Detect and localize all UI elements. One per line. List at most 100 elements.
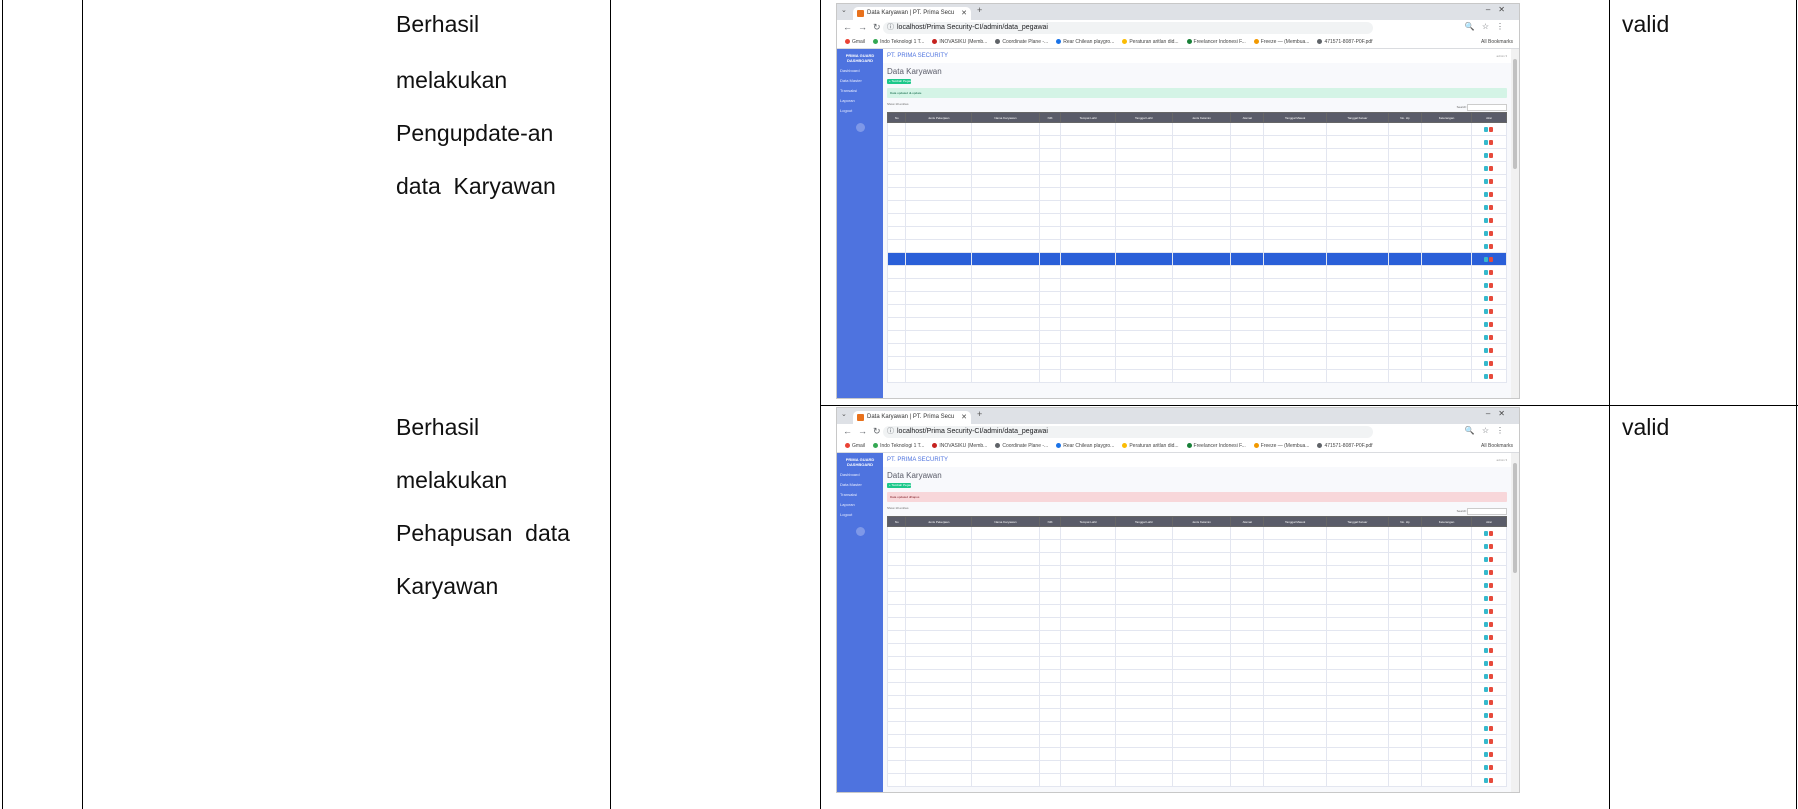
delete-icon[interactable] [1489, 152, 1494, 158]
edit-icon[interactable] [1484, 243, 1489, 249]
edit-icon[interactable] [1484, 282, 1489, 288]
sidebar-brand[interactable]: PRIMA GUARD DASHBOARD [837, 457, 883, 467]
sidebar-brand[interactable]: PRIMA GUARD DASHBOARD [837, 53, 883, 63]
delete-icon[interactable] [1489, 673, 1494, 679]
column-header[interactable]: No [886, 112, 907, 123]
scrollbar[interactable] [1511, 49, 1519, 398]
edit-icon[interactable] [1484, 217, 1489, 223]
bookmark-item[interactable]: INOVASIKU (Memb... [932, 36, 987, 48]
column-header[interactable]: Tanggal Lahir [1115, 516, 1173, 527]
delete-icon[interactable] [1489, 543, 1494, 549]
column-header[interactable]: Tanggal Lahir [1115, 112, 1173, 123]
delete-icon[interactable] [1489, 634, 1494, 640]
delete-icon[interactable] [1489, 308, 1494, 314]
edit-icon[interactable] [1484, 139, 1489, 145]
toolbar-icons[interactable]: 🔍☆⋮ [1465, 22, 1511, 31]
edit-icon[interactable] [1484, 595, 1489, 601]
edit-icon[interactable] [1484, 582, 1489, 588]
delete-icon[interactable] [1489, 230, 1494, 236]
site-info-icon[interactable]: ⓘ [887, 22, 894, 34]
delete-icon[interactable] [1489, 334, 1494, 340]
edit-icon[interactable] [1484, 126, 1489, 132]
bookmark-item[interactable]: Freelancer Indonesi F... [1186, 36, 1246, 48]
close-icon[interactable]: ✕ [961, 7, 967, 20]
bookmark-item[interactable]: 471571-8087-P0F.pdf [1317, 440, 1373, 452]
tab-search-icon[interactable]: ⌄ [841, 6, 847, 14]
sidebar-toggle[interactable] [855, 123, 865, 132]
edit-icon[interactable] [1484, 152, 1489, 158]
delete-icon[interactable] [1489, 660, 1494, 666]
site-info-icon[interactable]: ⓘ [887, 426, 894, 438]
sidebar-item[interactable]: Dashboard [840, 473, 883, 477]
delete-icon[interactable] [1489, 126, 1494, 132]
delete-icon[interactable] [1489, 373, 1494, 379]
edit-icon[interactable] [1484, 530, 1489, 536]
delete-icon[interactable] [1489, 360, 1494, 366]
user-menu[interactable]: admin ▾ [1496, 49, 1507, 63]
edit-icon[interactable] [1484, 608, 1489, 614]
delete-icon[interactable] [1489, 556, 1494, 562]
edit-icon[interactable] [1484, 660, 1489, 666]
sidebar-item[interactable]: Transaksi [840, 89, 883, 93]
delete-icon[interactable] [1489, 569, 1494, 575]
edit-icon[interactable] [1484, 569, 1489, 575]
delete-icon[interactable] [1489, 686, 1494, 692]
add-employee-button[interactable]: + Tambah Pegawai [887, 79, 911, 84]
column-header[interactable]: Tempat Lahir [1060, 516, 1117, 527]
navigation-icons[interactable]: ←→↻ [843, 22, 887, 33]
show-entries[interactable]: Show 10 entries [887, 102, 909, 106]
edit-icon[interactable] [1484, 269, 1489, 275]
user-menu[interactable]: admin ▾ [1496, 453, 1507, 467]
new-tab-icon[interactable]: + [977, 5, 982, 15]
edit-icon[interactable] [1484, 556, 1489, 562]
bookmark-item[interactable]: Freeze — (Membua... [1253, 36, 1309, 48]
delete-icon[interactable] [1489, 725, 1494, 731]
bookmark-item[interactable]: 471571-8087-P0F.pdf [1317, 36, 1373, 48]
toolbar-icons[interactable]: 🔍☆⋮ [1465, 426, 1511, 435]
delete-icon[interactable] [1489, 699, 1494, 705]
bookmark-item[interactable]: INOVASIKU (Memb... [932, 440, 987, 452]
sidebar-toggle[interactable] [855, 527, 865, 536]
add-employee-button[interactable]: + Tambah Pegawai [887, 483, 911, 488]
delete-icon[interactable] [1489, 256, 1494, 262]
bookmark-item[interactable]: Peraturan aritlan did... [1122, 36, 1179, 48]
column-header[interactable]: Nama Karyawan [971, 516, 1040, 527]
edit-icon[interactable] [1484, 751, 1489, 757]
edit-icon[interactable] [1484, 673, 1489, 679]
column-header[interactable]: No. Hp [1387, 112, 1423, 123]
edit-icon[interactable] [1484, 308, 1489, 314]
column-header[interactable]: Tempat Lahir [1060, 112, 1117, 123]
sidebar-item[interactable]: Logout [840, 109, 883, 113]
scrollbar-thumb[interactable] [1513, 59, 1517, 169]
edit-icon[interactable] [1484, 725, 1489, 731]
delete-icon[interactable] [1489, 647, 1494, 653]
delete-icon[interactable] [1489, 282, 1494, 288]
bookmark-item[interactable]: Gmail [845, 440, 865, 452]
edit-icon[interactable] [1484, 647, 1489, 653]
scrollbar-thumb[interactable] [1513, 463, 1517, 573]
edit-icon[interactable] [1484, 334, 1489, 340]
url-input[interactable]: ⓘ localhost/Prima Security-CI/admin/data_… [883, 22, 1373, 34]
edit-icon[interactable] [1484, 204, 1489, 210]
edit-icon[interactable] [1484, 686, 1489, 692]
column-header[interactable]: Tanggal Masuk [1263, 112, 1327, 123]
browser-tab[interactable]: Data Karyawan | PT. Prima Secu ✕ [853, 411, 971, 424]
bookmark-item[interactable]: Rear Chilean playgro... [1056, 440, 1114, 452]
delete-icon[interactable] [1489, 321, 1494, 327]
edit-icon[interactable] [1484, 321, 1489, 327]
delete-icon[interactable] [1489, 191, 1494, 197]
delete-icon[interactable] [1489, 738, 1494, 744]
delete-icon[interactable] [1489, 165, 1494, 171]
column-header[interactable]: NIK [1038, 516, 1062, 527]
delete-icon[interactable] [1489, 269, 1494, 275]
delete-icon[interactable] [1489, 204, 1494, 210]
edit-icon[interactable] [1484, 165, 1489, 171]
navigation-icons[interactable]: ←→↻ [843, 426, 887, 437]
bookmark-item[interactable]: Coordinate Plane -... [995, 440, 1048, 452]
delete-icon[interactable] [1489, 712, 1494, 718]
new-tab-icon[interactable]: + [977, 409, 982, 419]
column-header[interactable]: Nama Karyawan [971, 112, 1040, 123]
delete-icon[interactable] [1489, 764, 1494, 770]
edit-icon[interactable] [1484, 699, 1489, 705]
edit-icon[interactable] [1484, 777, 1489, 783]
